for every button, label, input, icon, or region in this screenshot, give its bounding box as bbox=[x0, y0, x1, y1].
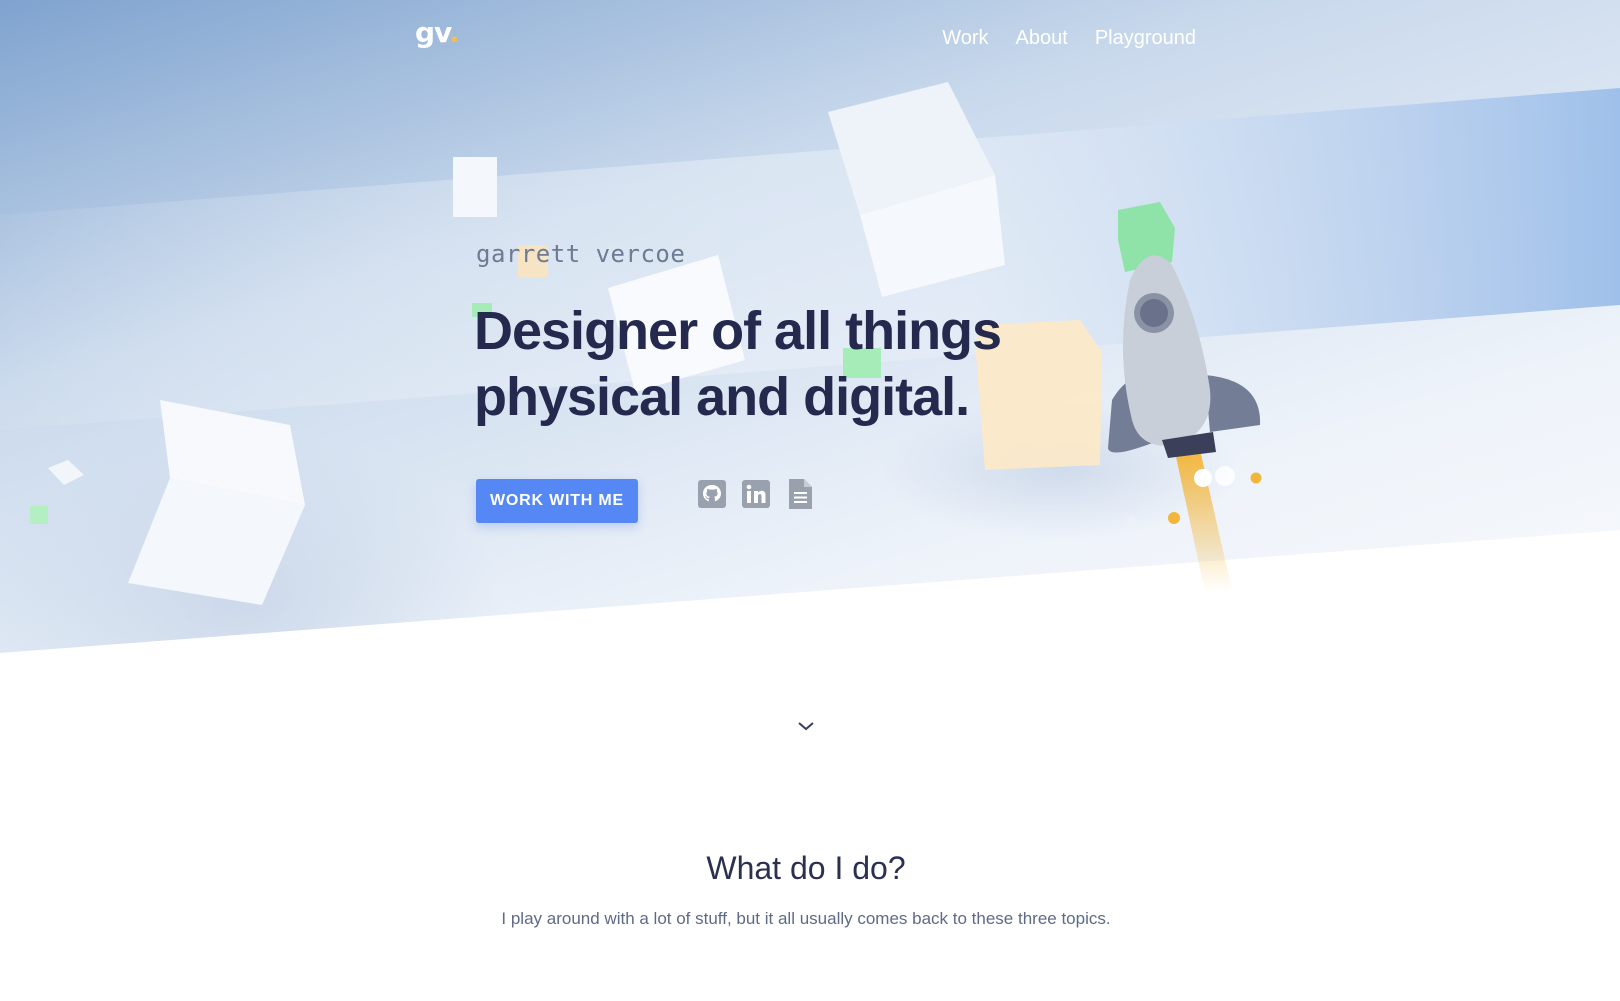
logo-text: gv bbox=[415, 16, 450, 49]
github-icon[interactable] bbox=[697, 478, 727, 510]
headline-line-1: Designer of all things bbox=[474, 301, 1002, 361]
logo-dot: . bbox=[449, 16, 460, 49]
site-logo[interactable]: gv. bbox=[415, 16, 460, 49]
nav-link-playground[interactable]: Playground bbox=[1095, 27, 1196, 50]
document-icon[interactable] bbox=[785, 478, 815, 510]
section-subtitle: I play around with a lot of stuff, but i… bbox=[501, 909, 1111, 928]
social-links bbox=[697, 478, 815, 510]
hero-headline: Designer of all things physical and digi… bbox=[474, 298, 1034, 430]
section-title: What do I do? bbox=[706, 850, 906, 886]
nav-link-about[interactable]: About bbox=[1016, 27, 1068, 50]
top-nav: gv. Work About Playground bbox=[0, 0, 1620, 80]
linkedin-icon[interactable] bbox=[741, 478, 771, 510]
scroll-down-chevron-icon[interactable] bbox=[797, 720, 815, 732]
hero-section: gv. Work About Playground garrett vercoe… bbox=[0, 0, 1620, 820]
nav-link-work[interactable]: Work bbox=[942, 27, 988, 50]
work-with-me-button[interactable]: WORK WITH ME bbox=[476, 479, 638, 523]
author-name: garrett vercoe bbox=[476, 240, 686, 268]
nav-menu: Work About Playground bbox=[942, 27, 1196, 50]
headline-line-2: physical and digital. bbox=[474, 367, 970, 427]
